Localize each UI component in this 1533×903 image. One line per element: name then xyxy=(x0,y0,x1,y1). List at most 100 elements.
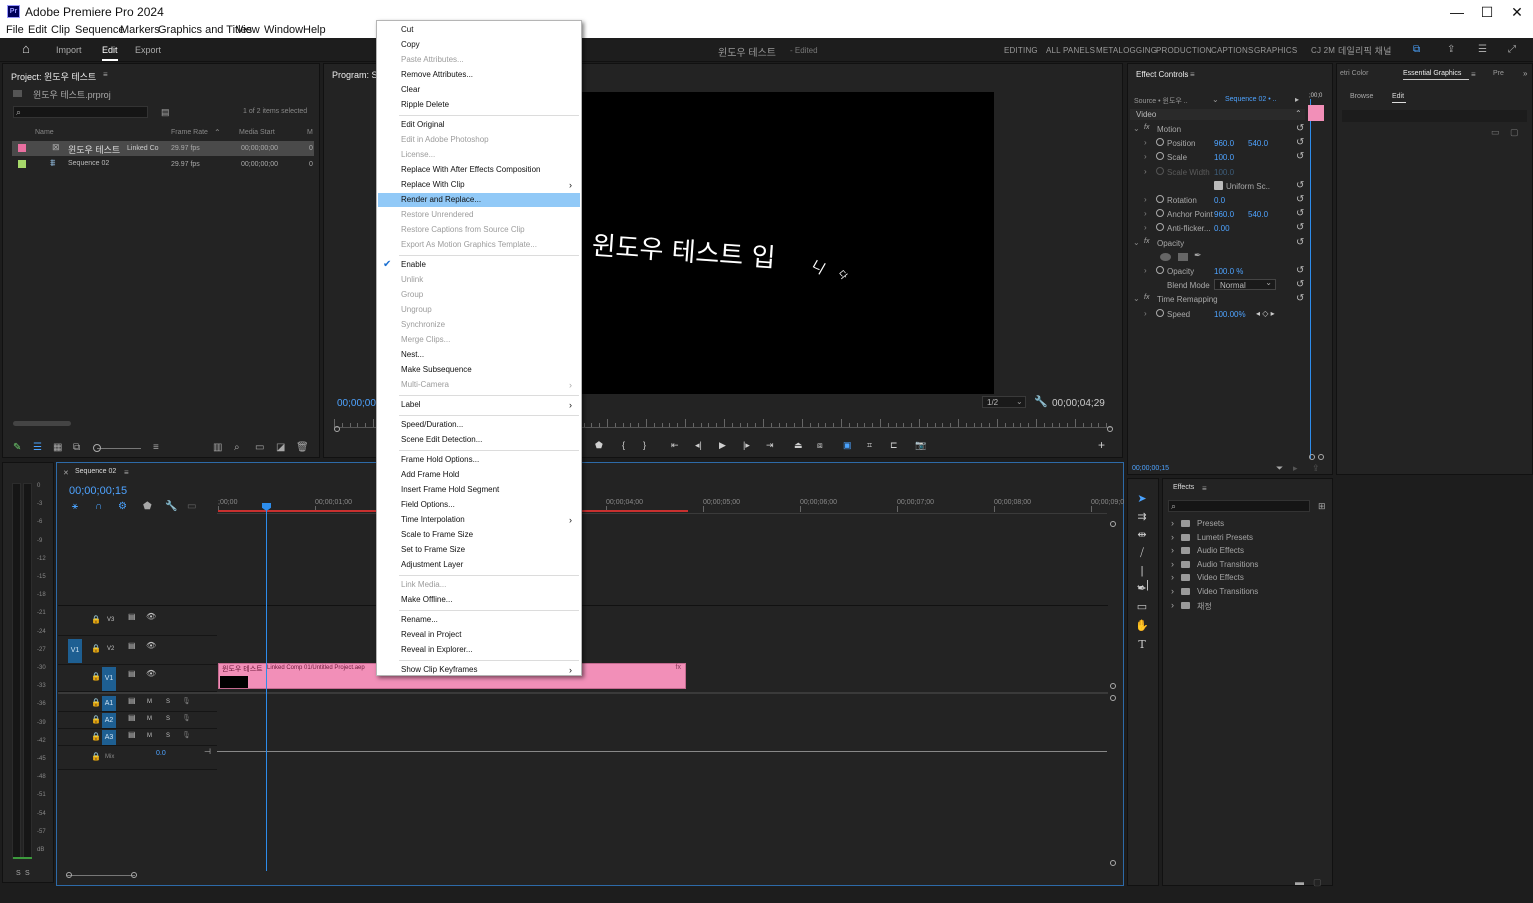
effect-folder[interactable]: › Video Effects xyxy=(1163,571,1333,584)
quick-export-icon[interactable]: ⧉ xyxy=(1413,45,1420,55)
delete-layer-icon[interactable]: ▢ xyxy=(1510,127,1519,137)
list-view-icon[interactable]: ☰ xyxy=(33,443,42,453)
resolution-select[interactable]: 1/2 ⌄ xyxy=(982,396,1026,408)
ec-value[interactable]: 0.0 xyxy=(1214,196,1225,205)
filter-icon[interactable]: ⏷ xyxy=(1276,463,1283,473)
track-header-v1[interactable]: 🔒 V1 ▤ 👁 xyxy=(58,665,217,692)
ec-row[interactable]: › Position 960.0 540.0 ↺ xyxy=(1130,136,1304,150)
pencil-icon[interactable]: ✎ xyxy=(13,443,21,453)
ec-playhead[interactable] xyxy=(1310,99,1311,459)
close-tab-icon[interactable]: ✕ xyxy=(63,469,69,479)
ec-value[interactable]: 540.0 xyxy=(1248,210,1268,219)
audio-target-a3[interactable]: A3 xyxy=(102,730,116,745)
target-track-v1[interactable]: V1 xyxy=(102,667,116,691)
panel-menu-icon[interactable]: ≡ xyxy=(124,468,129,478)
ec-row[interactable]: ✒ xyxy=(1130,250,1300,264)
menu-file[interactable]: File xyxy=(6,24,24,36)
solo-button[interactable]: S xyxy=(166,716,170,722)
effect-folder[interactable]: › Video Transitions xyxy=(1163,585,1333,598)
ec-zoom-handle[interactable] xyxy=(1309,454,1315,460)
stopwatch-icon[interactable] xyxy=(1156,138,1164,147)
microphone-icon[interactable]: 🎙 xyxy=(182,697,191,705)
ec-row[interactable]: Uniform Sc.. ↺ xyxy=(1130,179,1304,193)
column-frame-rate[interactable]: Frame Rate xyxy=(171,129,208,136)
effects-search-input[interactable] xyxy=(1168,500,1310,512)
menu-item-replace-with-after-effects-composition[interactable]: Replace With After Effects Composition xyxy=(378,163,580,177)
trash-icon[interactable]: 🗑 xyxy=(296,443,309,453)
stopwatch-icon[interactable] xyxy=(1156,308,1164,317)
reset-icon[interactable]: ↺ xyxy=(1296,222,1304,233)
new-bin-icon[interactable]: ▭ xyxy=(255,443,264,453)
effect-folder[interactable]: › Presets xyxy=(1163,517,1333,530)
ec-value[interactable]: 960.0 xyxy=(1214,139,1234,148)
menu-item-clear[interactable]: Clear xyxy=(378,83,580,97)
stopwatch-icon[interactable] xyxy=(1156,166,1164,175)
source-patch-v1[interactable]: V1 xyxy=(68,639,82,663)
lock-icon[interactable]: 🔒 xyxy=(91,644,101,653)
ec-row[interactable]: › Scale 100.0 ↺ xyxy=(1130,150,1304,164)
more-panels-icon[interactable]: » xyxy=(1523,69,1527,79)
home-icon[interactable]: ⌂ xyxy=(22,42,30,55)
lock-icon[interactable]: 🔒 xyxy=(91,698,101,707)
menu-item-reveal-in-explorer[interactable]: Reveal in Explorer... xyxy=(378,643,580,657)
vscroll-handle[interactable] xyxy=(1110,683,1116,689)
chevron-right-icon[interactable]: › xyxy=(1144,309,1147,318)
automate-icon[interactable]: ▥ xyxy=(213,443,222,453)
play-icon[interactable]: ▸ xyxy=(1295,95,1299,104)
sync-lock-icon[interactable]: ▤ xyxy=(128,696,136,705)
play-only-audio-icon[interactable]: ▸ xyxy=(1293,463,1298,473)
ec-row[interactable]: › Speed 100.00% ◂ ◇ ▸ xyxy=(1130,307,1300,321)
panel-menu-icon[interactable]: ≡ xyxy=(1471,70,1476,80)
ec-row[interactable]: › Anchor Point 960.0 540.0 ↺ xyxy=(1130,207,1304,221)
ec-row[interactable]: › Rotation 0.0 ↺ xyxy=(1130,193,1304,207)
stopwatch-icon[interactable] xyxy=(1156,266,1164,274)
selection-tool-icon[interactable]: ➤ xyxy=(1135,492,1149,506)
stopwatch-icon[interactable] xyxy=(1156,209,1164,218)
reset-icon[interactable]: ↺ xyxy=(1296,194,1304,205)
microphone-icon[interactable]: 🎙 xyxy=(182,714,191,722)
step-back-icon[interactable]: ◂| xyxy=(695,440,702,451)
reset-icon[interactable]: ↺ xyxy=(1296,279,1304,290)
lock-icon[interactable]: 🔒 xyxy=(91,715,101,724)
fx-icon[interactable]: fx xyxy=(1144,124,1149,131)
add-marker-icon[interactable]: ⬟ xyxy=(143,502,152,512)
preview-tab[interactable]: Pre xyxy=(1493,70,1504,77)
ec-row[interactable]: › Opacity 100.0 % ↺ xyxy=(1130,264,1304,278)
menu-item-license[interactable]: License... xyxy=(378,148,580,162)
panel-menu-icon[interactable]: ≡ xyxy=(103,70,108,80)
solo-button[interactable]: S xyxy=(166,699,170,705)
menu-item-rename[interactable]: Rename... xyxy=(378,613,580,627)
program-timecode[interactable]: 00;00;00; xyxy=(337,398,379,409)
chevron-right-icon[interactable]: › xyxy=(1171,532,1174,542)
new-custom-bin-icon[interactable]: ⊞ xyxy=(1318,501,1326,511)
go-to-in-icon[interactable]: ⇤ xyxy=(671,440,679,451)
workspace-tab[interactable]: CJ 2M xyxy=(1311,46,1335,55)
go-to-out-icon[interactable]: ⇥ xyxy=(766,440,774,451)
sort-icon[interactable]: ≡ xyxy=(153,443,159,453)
timeline-zoom-handle[interactable] xyxy=(66,872,72,878)
ec-value[interactable]: 540.0 xyxy=(1248,139,1268,148)
menu-item-add-frame-hold[interactable]: Add Frame Hold xyxy=(378,468,580,482)
chevron-right-icon[interactable]: › xyxy=(1144,167,1147,176)
sync-lock-icon[interactable]: ▤ xyxy=(128,612,136,621)
icon-view-icon[interactable]: ▦ xyxy=(53,443,62,453)
sequence-label[interactable]: Sequence 02 • .. xyxy=(1225,96,1277,103)
track-header-a1[interactable]: 🔒 A1 ▤ M S 🎙 xyxy=(58,695,217,712)
lock-icon[interactable]: 🔒 xyxy=(91,672,101,681)
ruler-scroll-handle[interactable] xyxy=(334,426,340,432)
sync-lock-icon[interactable]: ▤ xyxy=(128,713,136,722)
menu-item-restore-unrendered[interactable]: Restore Unrendered xyxy=(378,208,580,222)
workspace-tab[interactable]: PRODUCTION xyxy=(1156,46,1212,55)
reset-icon[interactable]: ↺ xyxy=(1296,123,1304,134)
export-icon[interactable]: ⇪ xyxy=(1312,463,1320,473)
browse-tab[interactable]: Browse xyxy=(1350,93,1373,100)
panel-menu-icon[interactable]: ≡ xyxy=(1202,484,1207,494)
stopwatch-icon[interactable] xyxy=(1156,223,1164,232)
slip-tool-icon[interactable]: |↔| xyxy=(1135,564,1149,591)
menu-view[interactable]: View xyxy=(236,24,260,36)
menu-item-paste-attributes[interactable]: Paste Attributes... xyxy=(378,53,580,67)
menu-item-scale-to-frame-size[interactable]: Scale to Frame Size xyxy=(378,528,580,542)
eye-icon[interactable]: 👁 xyxy=(146,669,156,678)
comparison-view-icon[interactable]: ▣ xyxy=(843,440,852,451)
workspaces-menu-icon[interactable]: ☰ xyxy=(1478,45,1487,55)
